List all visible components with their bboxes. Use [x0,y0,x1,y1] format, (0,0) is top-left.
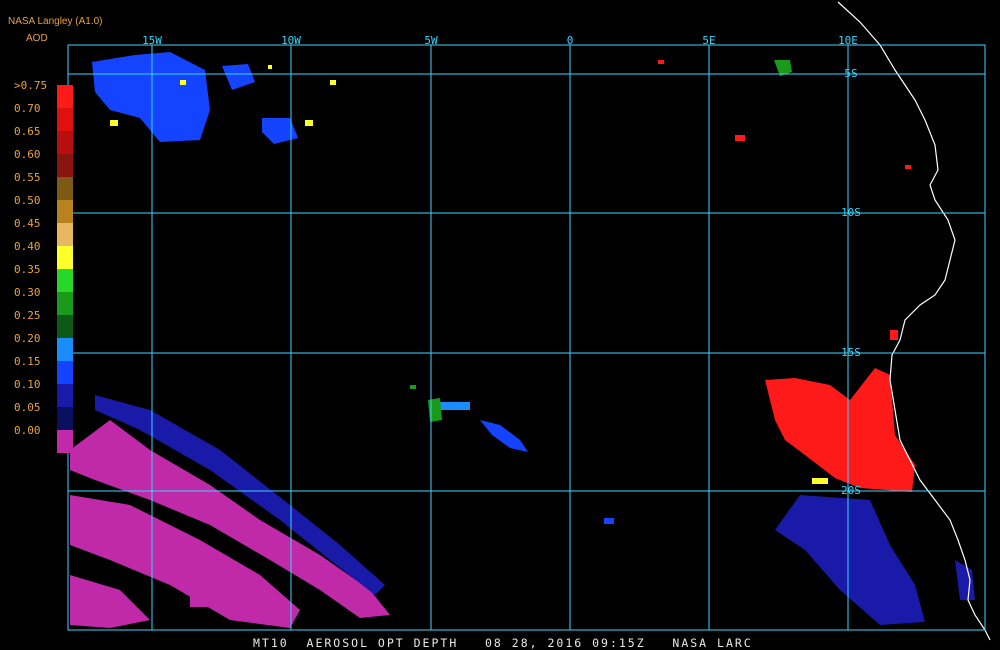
legend-label: 0.25 [14,309,41,322]
legend-label: 0.45 [14,217,41,230]
legend-swatch [57,177,73,200]
legend-label: 0.20 [14,332,41,345]
latitude-label: 20S [841,484,861,497]
legend-label: 0.50 [14,194,41,207]
legend-label: 0.30 [14,286,41,299]
legend-label: 0.00 [14,424,41,437]
aod-region-blue [92,52,614,524]
map-caption: MT10 AEROSOL OPT DEPTH 08 28, 2016 09:15… [253,636,753,650]
longitude-label: 5E [702,34,715,47]
legend-subtitle: AOD [26,33,48,44]
latitude-label: 15S [841,346,861,359]
legend-swatch [57,315,73,338]
legend-swatch [57,269,73,292]
legend-swatch [57,338,73,361]
legend-swatch [57,430,73,453]
legend-label: 0.10 [14,378,41,391]
legend-swatch [57,361,73,384]
legend-swatch [57,85,73,108]
legend-swatch [57,292,73,315]
aod-region-low [70,420,390,628]
aod-map: 15W 10W 5W 0 5E 10E 5S 10S 15S 20S [67,1,991,641]
legend-label: >0.75 [14,79,48,92]
legend-label: 0.05 [14,401,41,414]
legend-label: 0.35 [14,263,41,276]
latitude-label: 5S [844,67,857,80]
aerosol-blobs [70,52,975,628]
legend-label: 0.70 [14,102,41,115]
aod-region-high [658,60,915,492]
longitude-label: 0 [567,34,574,47]
legend-swatch [57,384,73,407]
legend-title: NASA Langley (A1.0) [8,16,103,27]
legend-label: 0.55 [14,171,41,184]
legend-swatch [57,407,73,430]
aod-region-green [410,60,792,422]
legend-swatch [57,246,73,269]
legend-label: 0.40 [14,240,41,253]
longitude-label: 10E [838,34,858,47]
legend-swatch [57,131,73,154]
longitude-label: 15W [142,34,162,47]
legend-label: 0.15 [14,355,41,368]
longitude-label: 10W [281,34,301,47]
legend-swatch [57,108,73,131]
legend-label: 0.65 [14,125,41,138]
legend-swatch [57,200,73,223]
legend-swatch [57,223,73,246]
latitude-label: 10S [841,206,861,219]
aod-region-speckle [110,65,828,484]
legend-label: 0.60 [14,148,41,161]
legend-swatch [57,154,73,177]
longitude-label: 5W [424,34,438,47]
